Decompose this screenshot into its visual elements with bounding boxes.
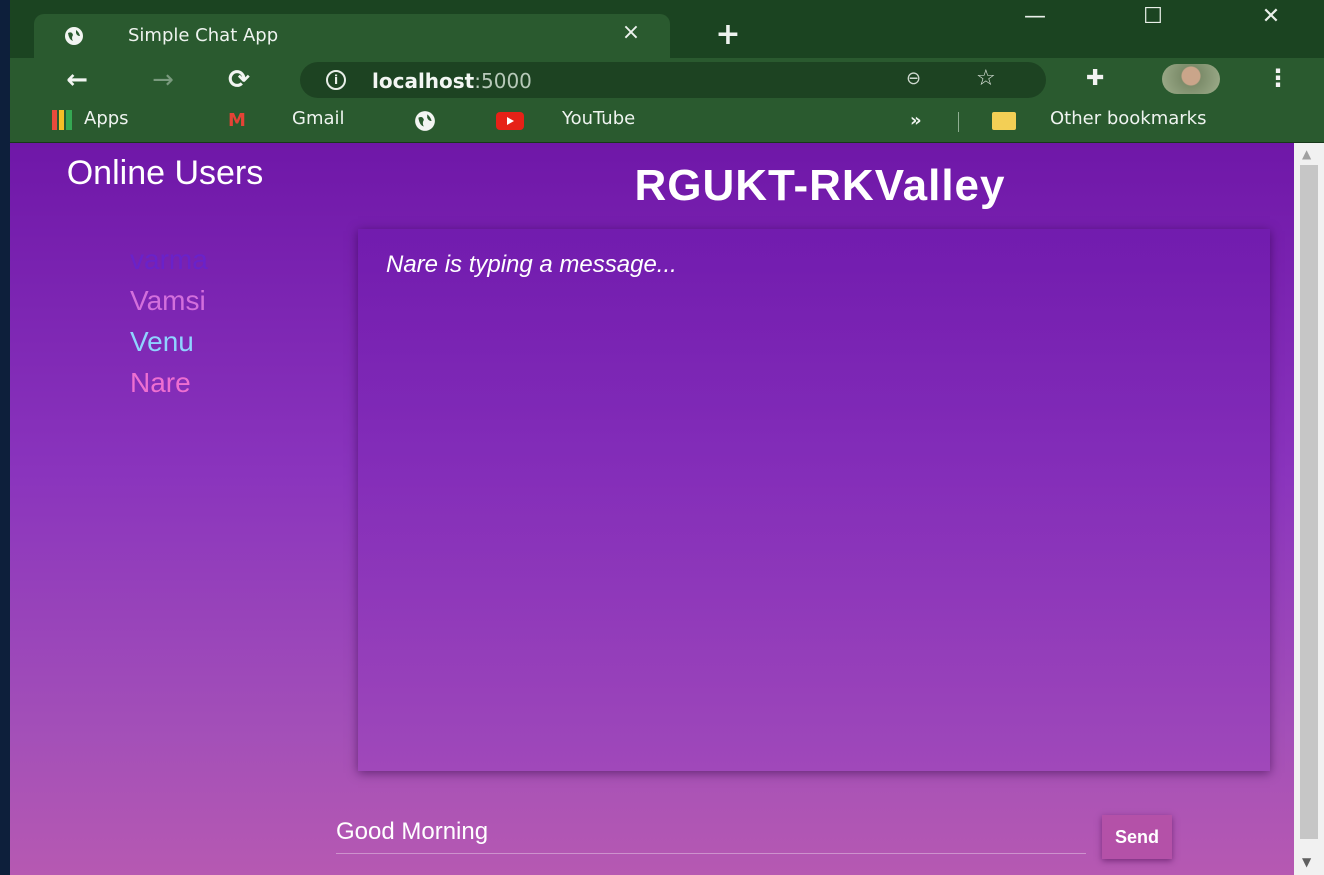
more-bookmarks-icon[interactable]: » xyxy=(910,110,922,131)
apps-grid-icon xyxy=(52,110,72,130)
new-tab-button[interactable]: + xyxy=(710,20,746,50)
url-host: localhost xyxy=(372,69,475,93)
bookmark-youtube[interactable]: YouTube xyxy=(562,108,635,129)
bookmarks-bar: Apps M Gmail YouTube » Other bookmarks xyxy=(10,102,1324,143)
send-button[interactable]: Send xyxy=(1102,815,1172,859)
info-icon[interactable]: i xyxy=(326,70,346,90)
profile-avatar[interactable] xyxy=(1162,64,1220,94)
bookmark-gmail[interactable]: Gmail xyxy=(292,108,345,129)
extensions-icon[interactable]: ✚ xyxy=(1086,66,1104,91)
gmail-icon: M xyxy=(228,110,246,131)
minimize-icon[interactable]: — xyxy=(1010,4,1060,29)
scroll-up-arrow-icon[interactable]: ▲ xyxy=(1302,147,1311,161)
page-scrollbar[interactable]: ▲ ▼ xyxy=(1294,143,1324,875)
globe-icon xyxy=(65,27,83,45)
zoom-out-icon[interactable]: ⊖ xyxy=(906,68,921,89)
online-users-list: varma Vamsi Venu Nare xyxy=(130,239,208,403)
online-user[interactable]: varma xyxy=(130,239,208,280)
close-window-icon[interactable]: ✕ xyxy=(1246,4,1296,29)
chat-page: Online Users varma Vamsi Venu Nare RGUKT… xyxy=(10,143,1294,875)
forward-arrow-icon[interactable]: → xyxy=(146,64,180,96)
bookmark-other[interactable]: Other bookmarks xyxy=(1050,108,1206,129)
bookmark-star-icon[interactable]: ☆ xyxy=(976,66,996,91)
online-users-title: Online Users xyxy=(66,154,264,192)
folder-icon xyxy=(992,112,1016,130)
chat-messages-panel: Nare is typing a message... xyxy=(358,229,1270,771)
globe-bookmark-icon[interactable] xyxy=(414,110,436,132)
tab-strip: Simple Chat App × + — ☐ ✕ xyxy=(10,0,1324,58)
tab-title: Simple Chat App xyxy=(128,25,279,46)
online-user[interactable]: Nare xyxy=(130,362,208,403)
message-input[interactable] xyxy=(336,811,1086,854)
online-user[interactable]: Venu xyxy=(130,321,208,362)
maximize-icon[interactable]: ☐ xyxy=(1128,4,1178,29)
typing-indicator: Nare is typing a message... xyxy=(386,251,677,278)
youtube-icon xyxy=(496,112,524,130)
reload-icon[interactable]: ⟳ xyxy=(222,64,256,96)
address-bar[interactable]: i localhost:5000 ⊖ ☆ xyxy=(300,62,1046,98)
bookmarks-divider xyxy=(958,112,959,132)
online-user[interactable]: Vamsi xyxy=(130,280,208,321)
browser-tab[interactable]: Simple Chat App × xyxy=(34,14,670,58)
url-text: localhost:5000 xyxy=(372,69,532,93)
browser-window: Simple Chat App × + — ☐ ✕ ← → ⟳ i localh… xyxy=(10,0,1324,875)
kebab-menu-icon[interactable]: ⋮ xyxy=(1266,64,1290,92)
bookmark-apps[interactable]: Apps xyxy=(84,108,129,129)
browser-toolbar: ← → ⟳ i localhost:5000 ⊖ ☆ ✚ ⋮ xyxy=(10,58,1324,102)
url-port: :5000 xyxy=(474,69,532,93)
page-title: RGUKT-RKValley xyxy=(634,161,1006,210)
close-tab-icon[interactable]: × xyxy=(616,20,646,45)
back-arrow-icon[interactable]: ← xyxy=(60,64,94,96)
scroll-down-arrow-icon[interactable]: ▼ xyxy=(1302,855,1311,869)
scrollbar-thumb[interactable] xyxy=(1300,165,1318,839)
